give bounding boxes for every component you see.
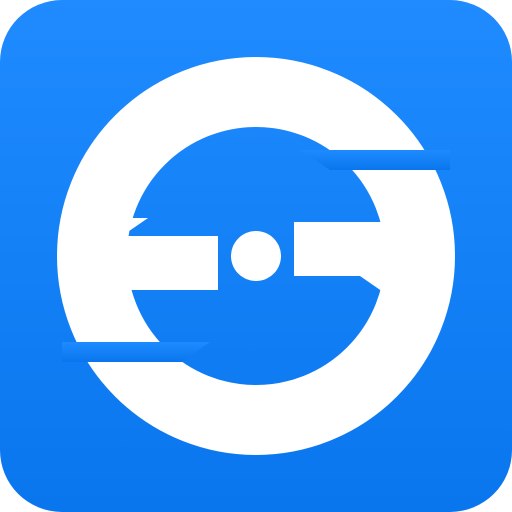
icon-canvas	[0, 0, 512, 512]
app-logo-icon	[0, 0, 512, 512]
logo-center-dot	[231, 231, 281, 281]
